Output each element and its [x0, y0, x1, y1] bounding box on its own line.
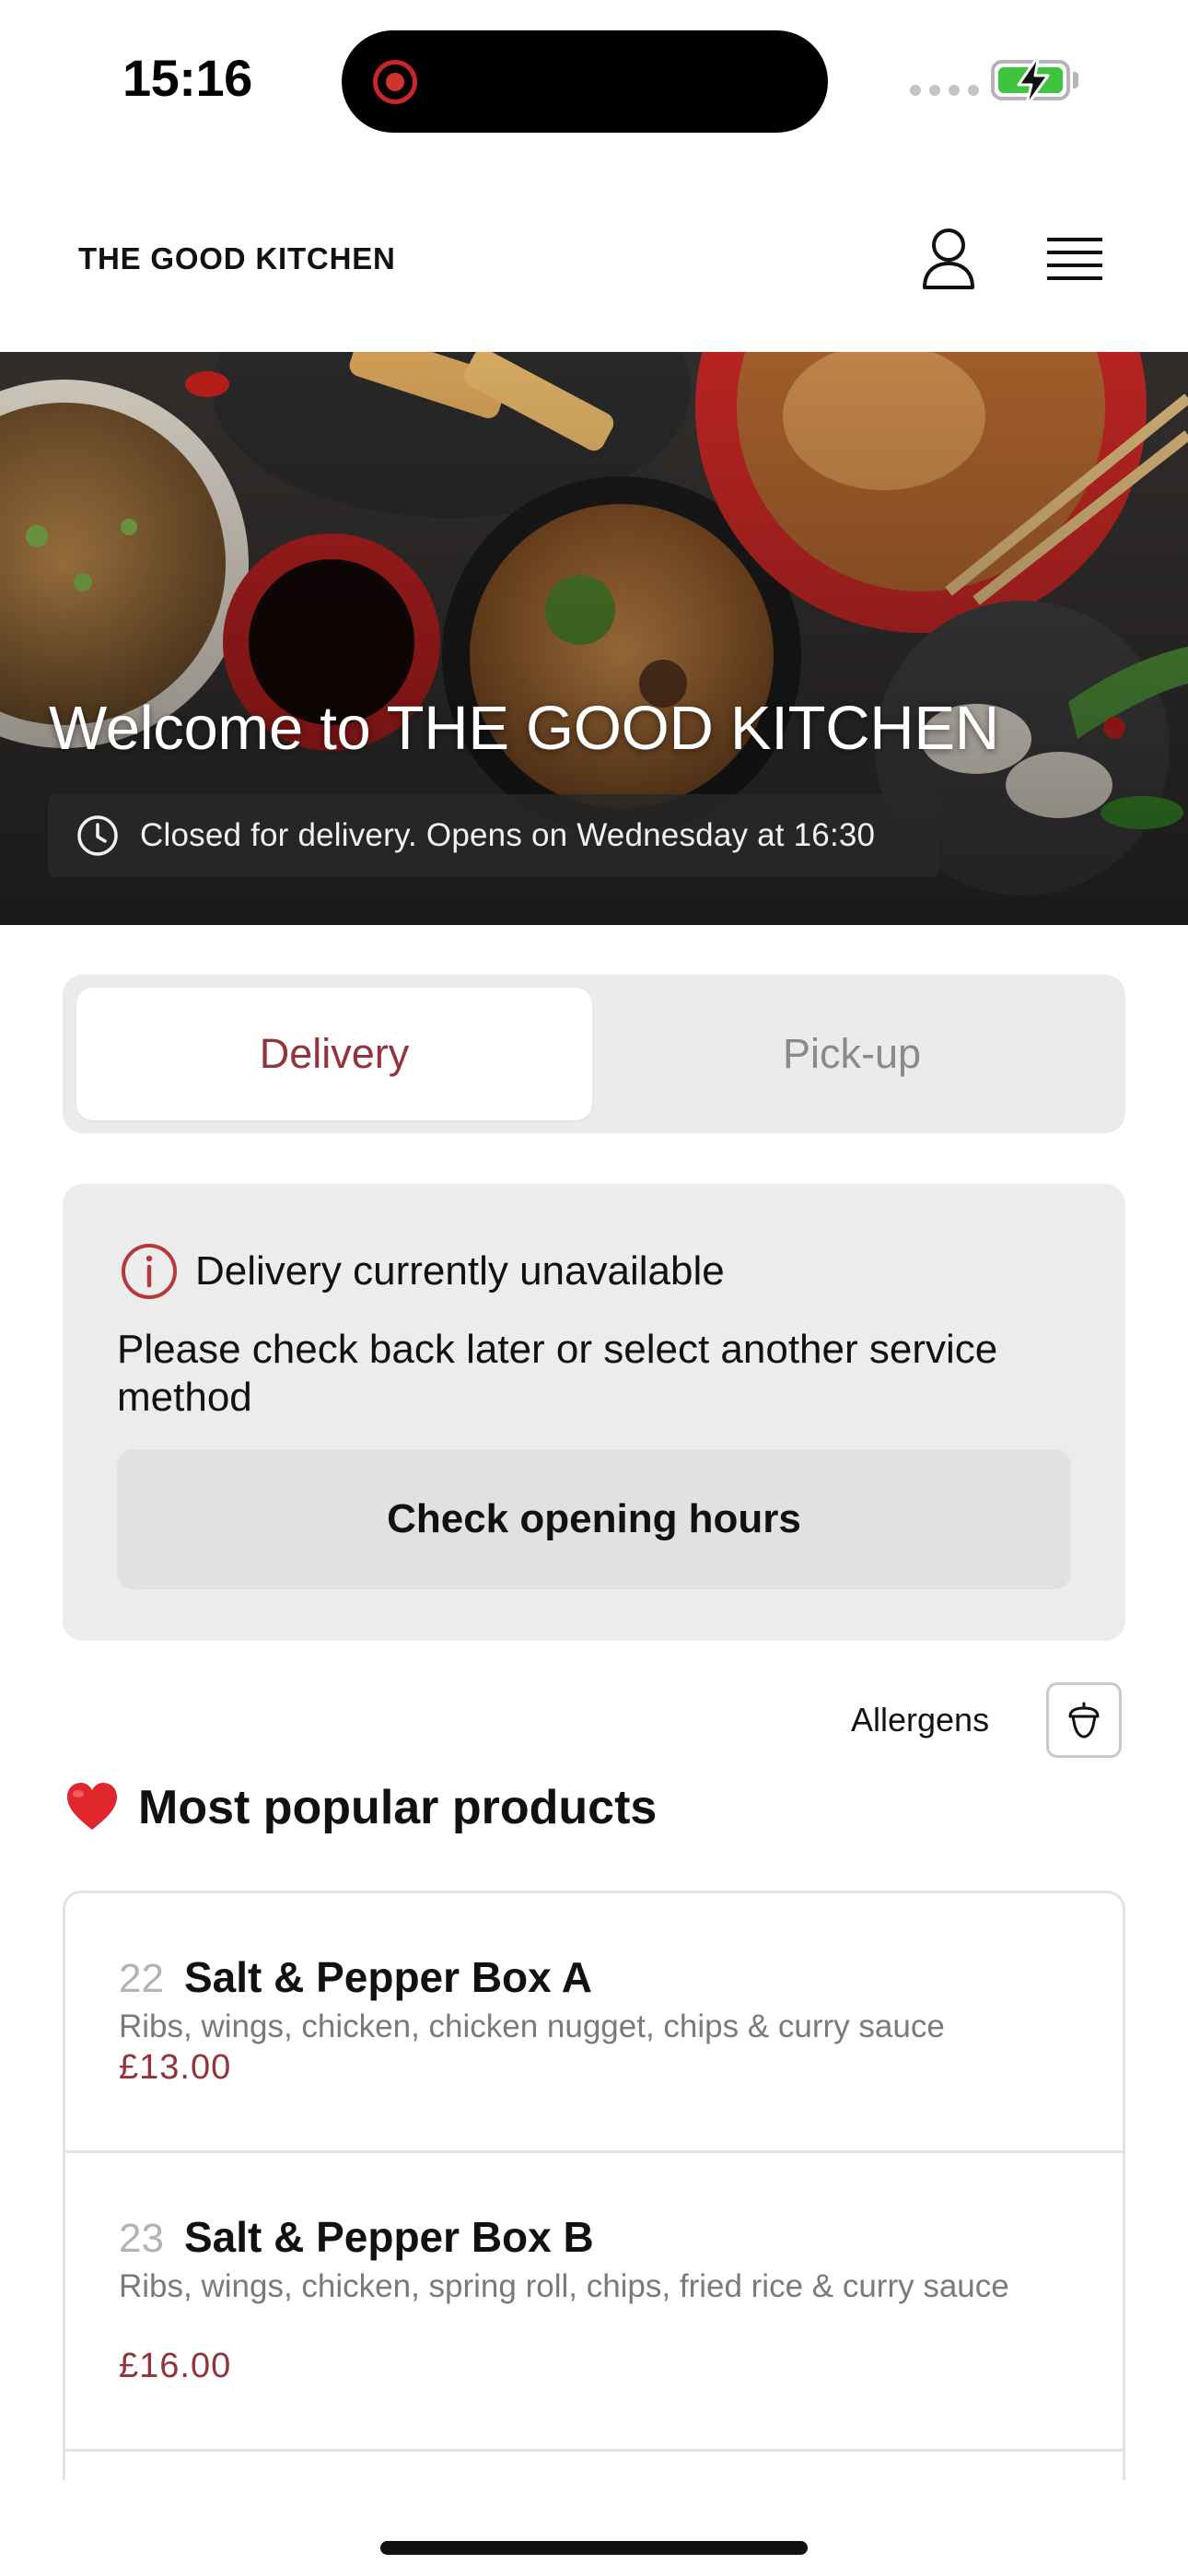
popular-products-heading: Most popular products: [64, 1780, 657, 1835]
delivery-unavailable-notice: Delivery currently unavailable Please ch…: [63, 1184, 1125, 1641]
check-opening-hours-button[interactable]: Check opening hours: [117, 1449, 1071, 1589]
product-number: 22: [119, 1956, 164, 2001]
product-description: Ribs, wings, chicken, chicken nugget, ch…: [119, 2008, 945, 2044]
signal-icon: [910, 85, 979, 96]
clock-icon: [77, 815, 118, 856]
status-bar: 15:16: [0, 0, 1188, 157]
tab-pickup[interactable]: Pick-up: [594, 988, 1110, 1120]
product-price: £16.00: [119, 2347, 232, 2385]
account-button[interactable]: [912, 223, 985, 297]
notice-body: Please check back later or select anothe…: [117, 1327, 998, 1420]
menu-button[interactable]: [1036, 223, 1110, 297]
acorn-icon: [1068, 1702, 1100, 1739]
service-method-toggle: Delivery Pick-up: [63, 975, 1125, 1133]
heart-icon: [67, 1783, 117, 1830]
user-icon: [923, 228, 974, 289]
home-indicator[interactable]: [380, 2541, 808, 2555]
tab-delivery[interactable]: Delivery: [76, 988, 592, 1120]
delivery-status-banner: Closed for delivery. Opens on Wednesday …: [48, 794, 939, 877]
allergens-button[interactable]: [1046, 1682, 1122, 1758]
section-title: Most popular products: [138, 1781, 658, 1834]
hero-title: Welcome to THE GOOD KITCHEN: [49, 694, 999, 763]
product-number: 23: [119, 2216, 164, 2261]
battery-tip: [1073, 72, 1078, 88]
recording-icon: [373, 60, 417, 104]
product-name: Salt & Pepper Box B: [183, 2213, 594, 2261]
allergens-label: Allergens: [851, 1701, 990, 1739]
product-item[interactable]: [65, 2452, 1123, 2480]
menu-icon: [1047, 238, 1102, 280]
delivery-status-text: Closed for delivery. Opens on Wednesday …: [140, 817, 876, 853]
product-price: £13.00: [119, 2048, 232, 2087]
product-item[interactable]: 22 Salt & Pepper Box A Ribs, wings, chic…: [65, 1893, 1123, 2153]
product-name: Salt & Pepper Box A: [183, 1953, 593, 2001]
dynamic-island: [342, 30, 828, 133]
product-item[interactable]: 23 Salt & Pepper Box B Ribs, wings, chic…: [65, 2153, 1123, 2452]
charging-bolt-icon: [1017, 53, 1050, 109]
notice-title: Delivery currently unavailable: [195, 1248, 725, 1294]
site-header: THE GOOD KITCHEN: [0, 157, 1188, 352]
product-description: Ribs, wings, chicken, spring roll, chips…: [119, 2268, 1009, 2304]
brand-name[interactable]: THE GOOD KITCHEN: [78, 241, 396, 276]
hero-banner: Welcome to THE GOOD KITCHEN Closed for d…: [0, 352, 1188, 925]
info-icon: [122, 1244, 177, 1299]
popular-products-list: 22 Salt & Pepper Box A Ribs, wings, chic…: [63, 1891, 1125, 2480]
status-time: 15:16: [122, 49, 252, 107]
